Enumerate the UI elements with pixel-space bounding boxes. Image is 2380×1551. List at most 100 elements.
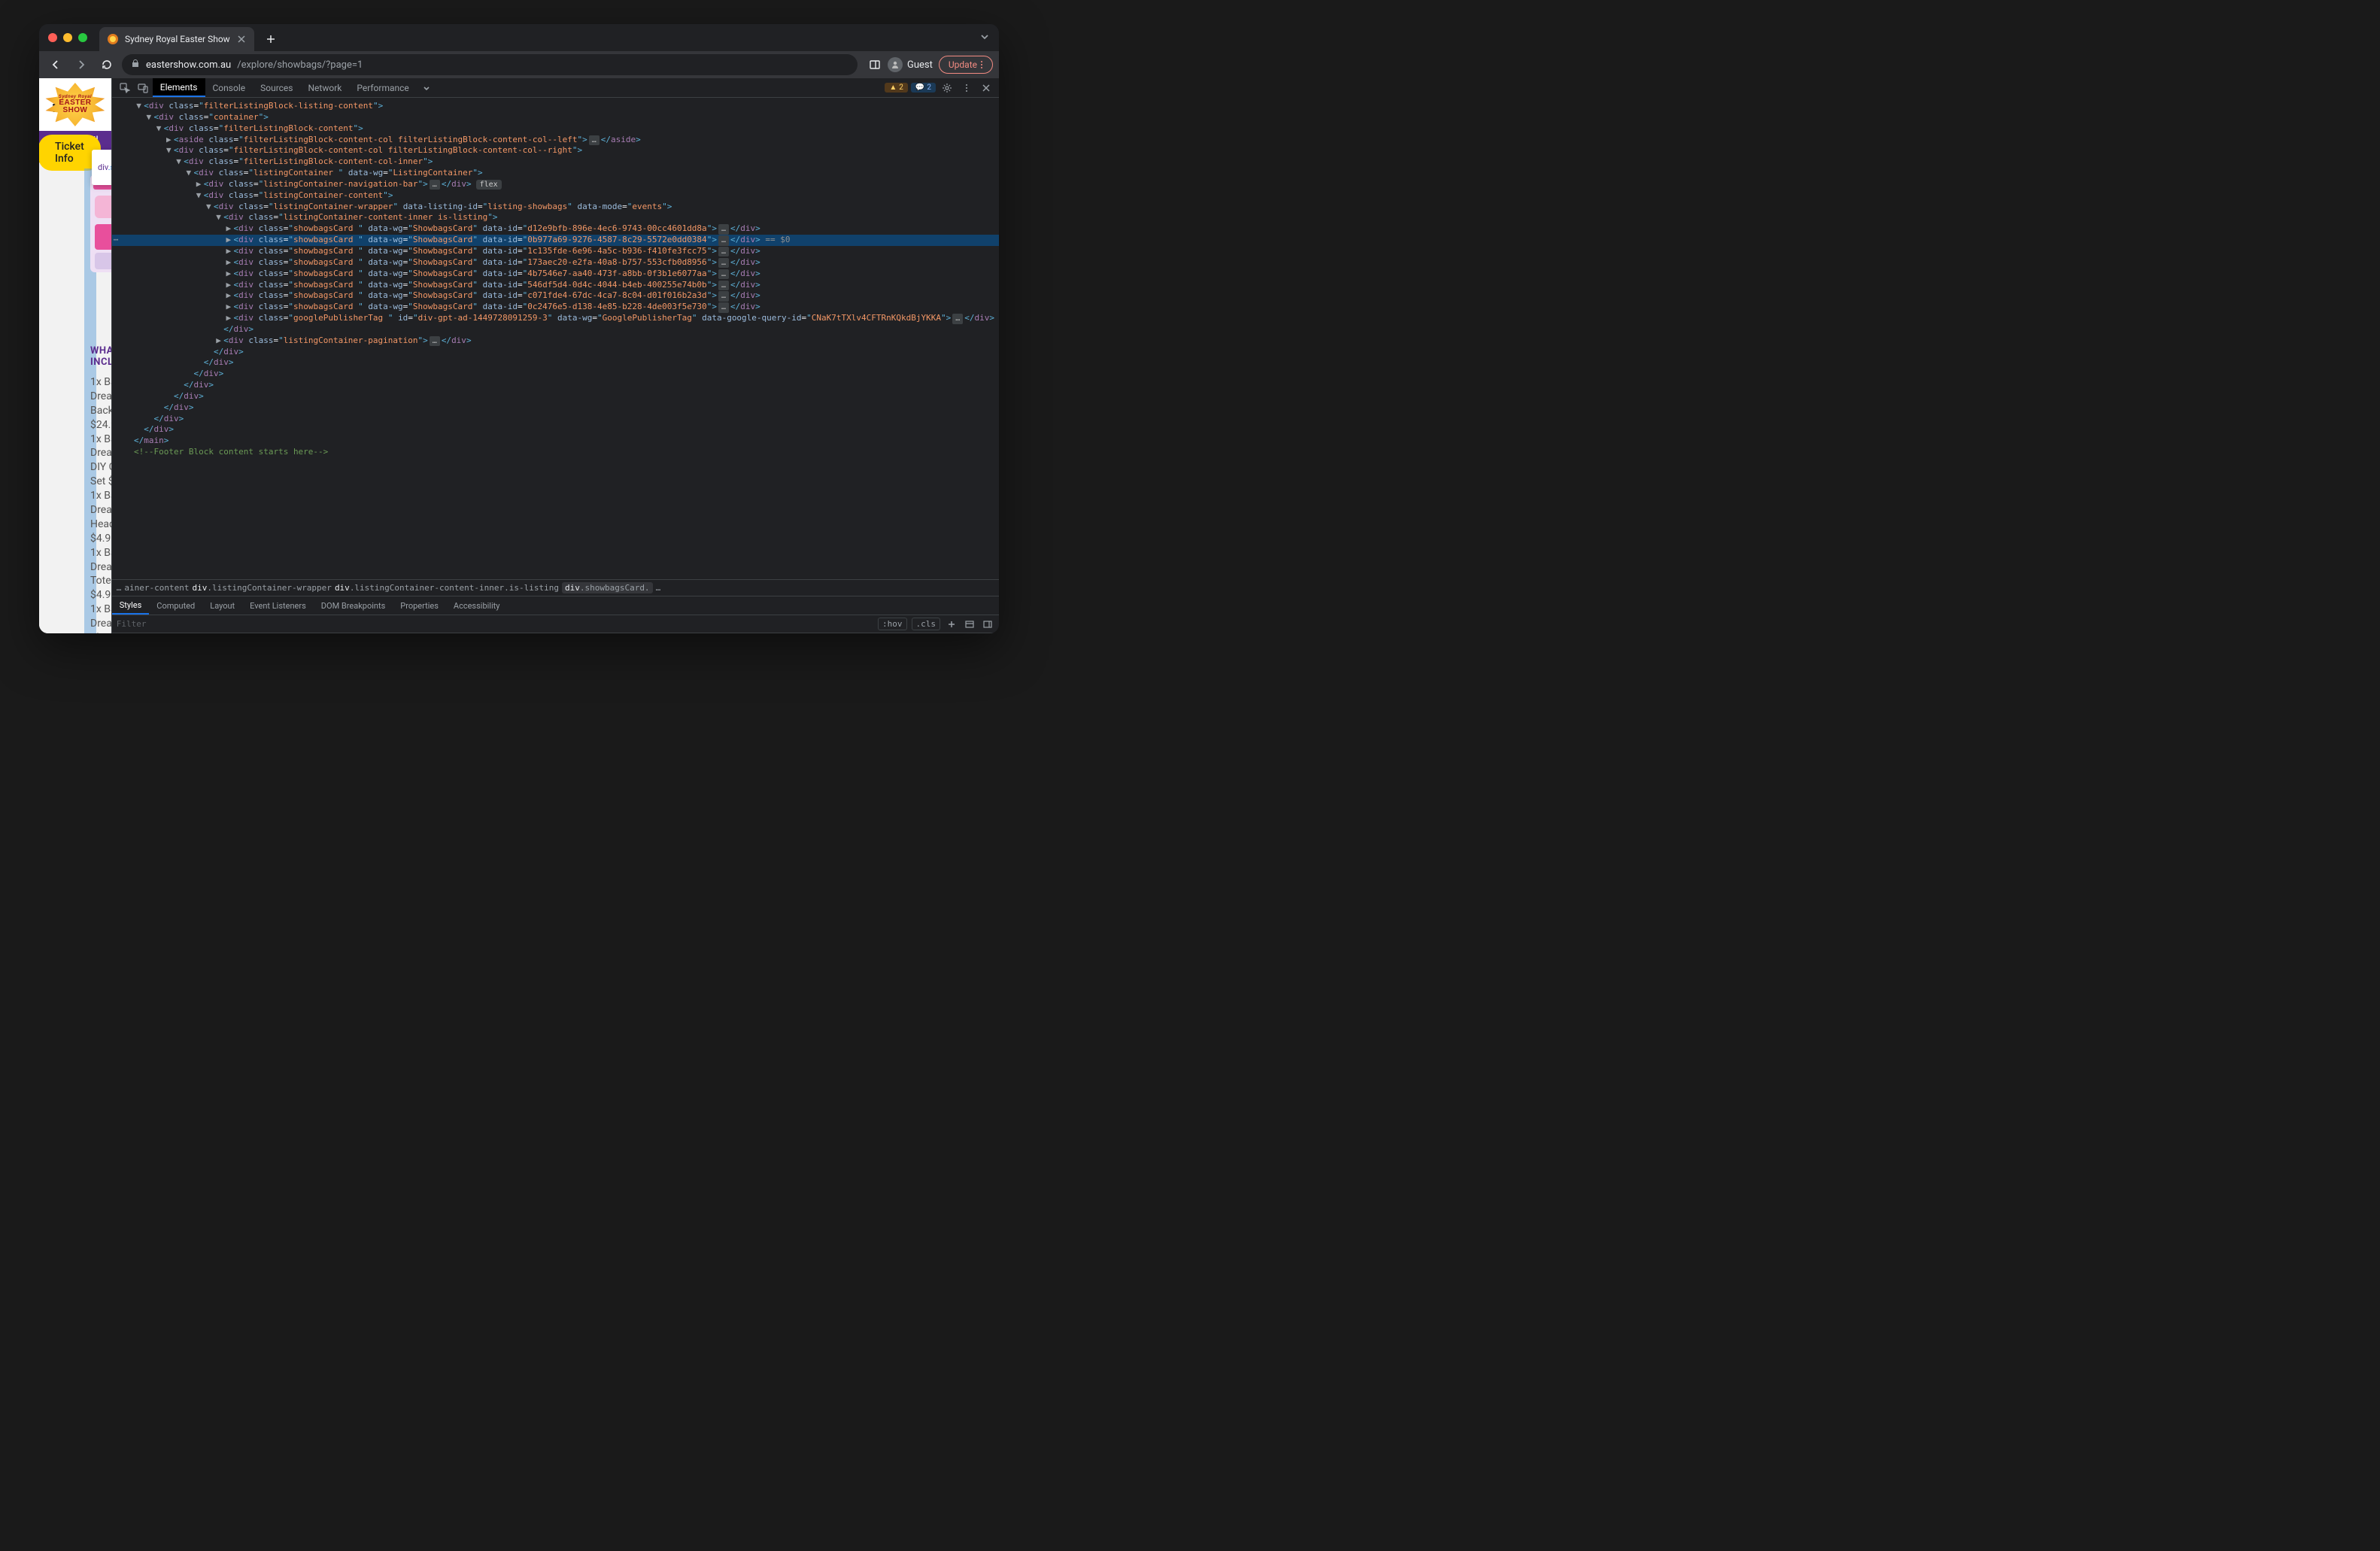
dom-node[interactable]: ▶<div class="showbagsCard " data-wg="Sho… (112, 290, 999, 302)
messages-badge[interactable]: 💬 2 (911, 83, 936, 93)
devtools-close-button[interactable] (978, 80, 994, 96)
crumb-overflow[interactable]: … (656, 583, 661, 593)
dom-node[interactable]: </div> (112, 424, 999, 436)
dom-node[interactable]: ▶<div class="listingContainer-navigation… (112, 179, 999, 190)
dom-node[interactable]: </div> (112, 414, 999, 425)
close-window-button[interactable] (48, 33, 57, 42)
devtools-tab-performance[interactable]: Performance (349, 78, 416, 97)
profile-label: Guest (907, 59, 933, 71)
forward-button[interactable] (71, 54, 92, 75)
dom-node[interactable]: </div> (112, 402, 999, 414)
whats-included-heading: WHAT'S INCLUDED (90, 345, 111, 368)
devtools-tab-elements[interactable]: Elements (153, 78, 205, 97)
dom-node[interactable]: </div> (112, 324, 999, 335)
styles-tab-accessibility[interactable]: Accessibility (446, 596, 508, 615)
crumb[interactable]: ainer-content (124, 583, 189, 593)
toolbar-right: Guest Update (868, 56, 993, 74)
dom-node[interactable]: </div> (112, 347, 999, 358)
dom-node[interactable]: ▼<div class="filterListingBlock-content-… (112, 156, 999, 168)
styles-filter-bar: :hov .cls (112, 615, 999, 633)
lock-icon (131, 59, 140, 71)
dom-node[interactable]: ▼<div class="filterListingBlock-content-… (112, 145, 999, 156)
warnings-badge[interactable]: ▲ 2 (885, 83, 908, 93)
dom-node[interactable]: ▶<div class="showbagsCard " data-wg="Sho… (112, 257, 999, 269)
panel-toggle-icon[interactable] (868, 58, 882, 71)
new-style-rule-button[interactable] (945, 618, 958, 630)
included-items-list: 1x Barbie Dreamtopia Backpack $24.951x B… (90, 375, 111, 633)
update-button[interactable]: Update (939, 56, 993, 74)
new-tab-button[interactable] (260, 29, 281, 50)
styles-tab-styles[interactable]: Styles (112, 596, 150, 615)
dom-node[interactable]: ▶<div class="showbagsCard " data-wg="Sho… (112, 302, 999, 313)
dom-node[interactable]: ▼<div class="listingContainer-content-in… (112, 212, 999, 223)
dom-node[interactable]: ▼<div class="listingContainer " data-wg=… (112, 168, 999, 179)
date-banner: 6–17 April 2023 Ticket Info div.showbags… (39, 131, 111, 162)
computed-toggle-icon[interactable] (963, 618, 976, 630)
dom-node[interactable]: ▶<div class="googlePublisherTag " id="di… (112, 313, 999, 324)
sidebar-toggle-icon[interactable] (981, 618, 994, 630)
elements-dom-tree[interactable]: ▼<div class="filterListingBlock-listing-… (112, 98, 999, 579)
dom-node[interactable]: ▼<div class="filterListingBlock-content"… (112, 123, 999, 135)
tabs-overflow-button[interactable] (979, 31, 990, 45)
inspect-element-button[interactable] (117, 80, 133, 96)
browser-window: Sydney Royal Easter Show eastershow.com.… (39, 24, 999, 633)
device-toggle-button[interactable] (135, 80, 151, 96)
dom-node[interactable]: </div> (112, 391, 999, 402)
minimize-window-button[interactable] (63, 33, 72, 42)
styles-tab-dom-breakpoints[interactable]: DOM Breakpoints (314, 596, 393, 615)
devtools-tab-sources[interactable]: Sources (253, 78, 300, 97)
devtools-tab-network[interactable]: Network (301, 78, 350, 97)
styles-tab-layout[interactable]: Layout (202, 596, 242, 615)
dom-node[interactable]: ▼<div class="listingContainer-content"> (112, 190, 999, 202)
crumb[interactable]: div.listingContainer-wrapper (192, 583, 331, 593)
tab-title: Sydney Royal Easter Show (125, 34, 230, 44)
crumb-active[interactable]: div.showbagsCard. (562, 582, 653, 593)
page-body[interactable]: Barbie Dreamtopia $32.00 Stand Numbers: … (39, 162, 111, 633)
showbags-card[interactable]: Barbie Dreamtopia $32.00 Stand Numbers: … (84, 168, 96, 633)
close-tab-button[interactable] (236, 34, 247, 44)
back-button[interactable] (45, 54, 66, 75)
styles-tab-event-listeners[interactable]: Event Listeners (242, 596, 314, 615)
maximize-window-button[interactable] (78, 33, 87, 42)
site-logo[interactable]: Sydney Royal EASTER SHOW (41, 81, 109, 128)
styles-filter-input[interactable] (117, 619, 878, 629)
dom-node[interactable]: ▶<div class="showbagsCard " data-wg="Sho… (112, 235, 999, 246)
dom-node[interactable]: ▶<div class="showbagsCard " data-wg="Sho… (112, 223, 999, 235)
dom-node[interactable]: ▶<div class="showbagsCard " data-wg="Sho… (112, 280, 999, 291)
dom-node[interactable]: </div> (112, 380, 999, 391)
dom-node[interactable]: ▼<div class="listingContainer-wrapper" d… (112, 202, 999, 213)
profile-button[interactable]: Guest (888, 57, 933, 72)
styles-tab-computed[interactable]: Computed (149, 596, 202, 615)
hov-toggle[interactable]: :hov (878, 618, 907, 630)
crumb-overflow[interactable]: … (117, 583, 122, 593)
breadcrumb-trail[interactable]: …ainer-contentdiv.listingContainer-wrapp… (112, 579, 999, 596)
browser-tab[interactable]: Sydney Royal Easter Show (99, 27, 254, 51)
dom-node[interactable]: ▼<div class="container"> (112, 112, 999, 123)
logo-star-icon: Sydney Royal EASTER SHOW (44, 83, 106, 126)
devtools-tabs: ElementsConsoleSourcesNetworkPerformance (153, 78, 417, 97)
content-row: Sydney Royal EASTER SHOW 6–17 April 2023… (39, 78, 999, 633)
devtools-settings-button[interactable] (939, 80, 955, 96)
dom-node[interactable]: ▼<div class="filterListingBlock-listing-… (112, 101, 999, 112)
crumb[interactable]: div.listingContainer-content-inner.is-li… (335, 583, 559, 593)
more-tabs-button[interactable] (418, 80, 435, 96)
tooltip-element: div (98, 162, 108, 172)
favicon-icon (107, 33, 119, 45)
cls-toggle[interactable]: .cls (912, 618, 941, 630)
included-item: 1x Barbie Dreamtopia Headband $4.95 (90, 489, 111, 546)
devtools-tab-console[interactable]: Console (205, 78, 253, 97)
dom-node[interactable]: <!--Footer Block content starts here--> (112, 447, 999, 458)
dom-node[interactable]: ▶<div class="showbagsCard " data-wg="Sho… (112, 269, 999, 280)
reload-button[interactable] (96, 54, 117, 75)
dom-node[interactable]: ▶<aside class="filterListingBlock-conten… (112, 135, 999, 146)
dom-node[interactable]: ▶<div class="showbagsCard " data-wg="Sho… (112, 246, 999, 257)
dom-node[interactable]: </main> (112, 436, 999, 447)
address-bar[interactable]: eastershow.com.au/explore/showbags/?page… (122, 54, 858, 75)
dom-node[interactable]: ▶<div class="listingContainer-pagination… (112, 335, 999, 347)
dom-node[interactable]: </div> (112, 357, 999, 369)
included-item: 1x Barbie Dreamtopia Skirt $12.95 (90, 602, 111, 633)
devtools-panel: ElementsConsoleSourcesNetworkPerformance… (111, 78, 999, 633)
devtools-menu-button[interactable] (958, 80, 975, 96)
dom-node[interactable]: </div> (112, 369, 999, 380)
styles-tab-properties[interactable]: Properties (393, 596, 446, 615)
